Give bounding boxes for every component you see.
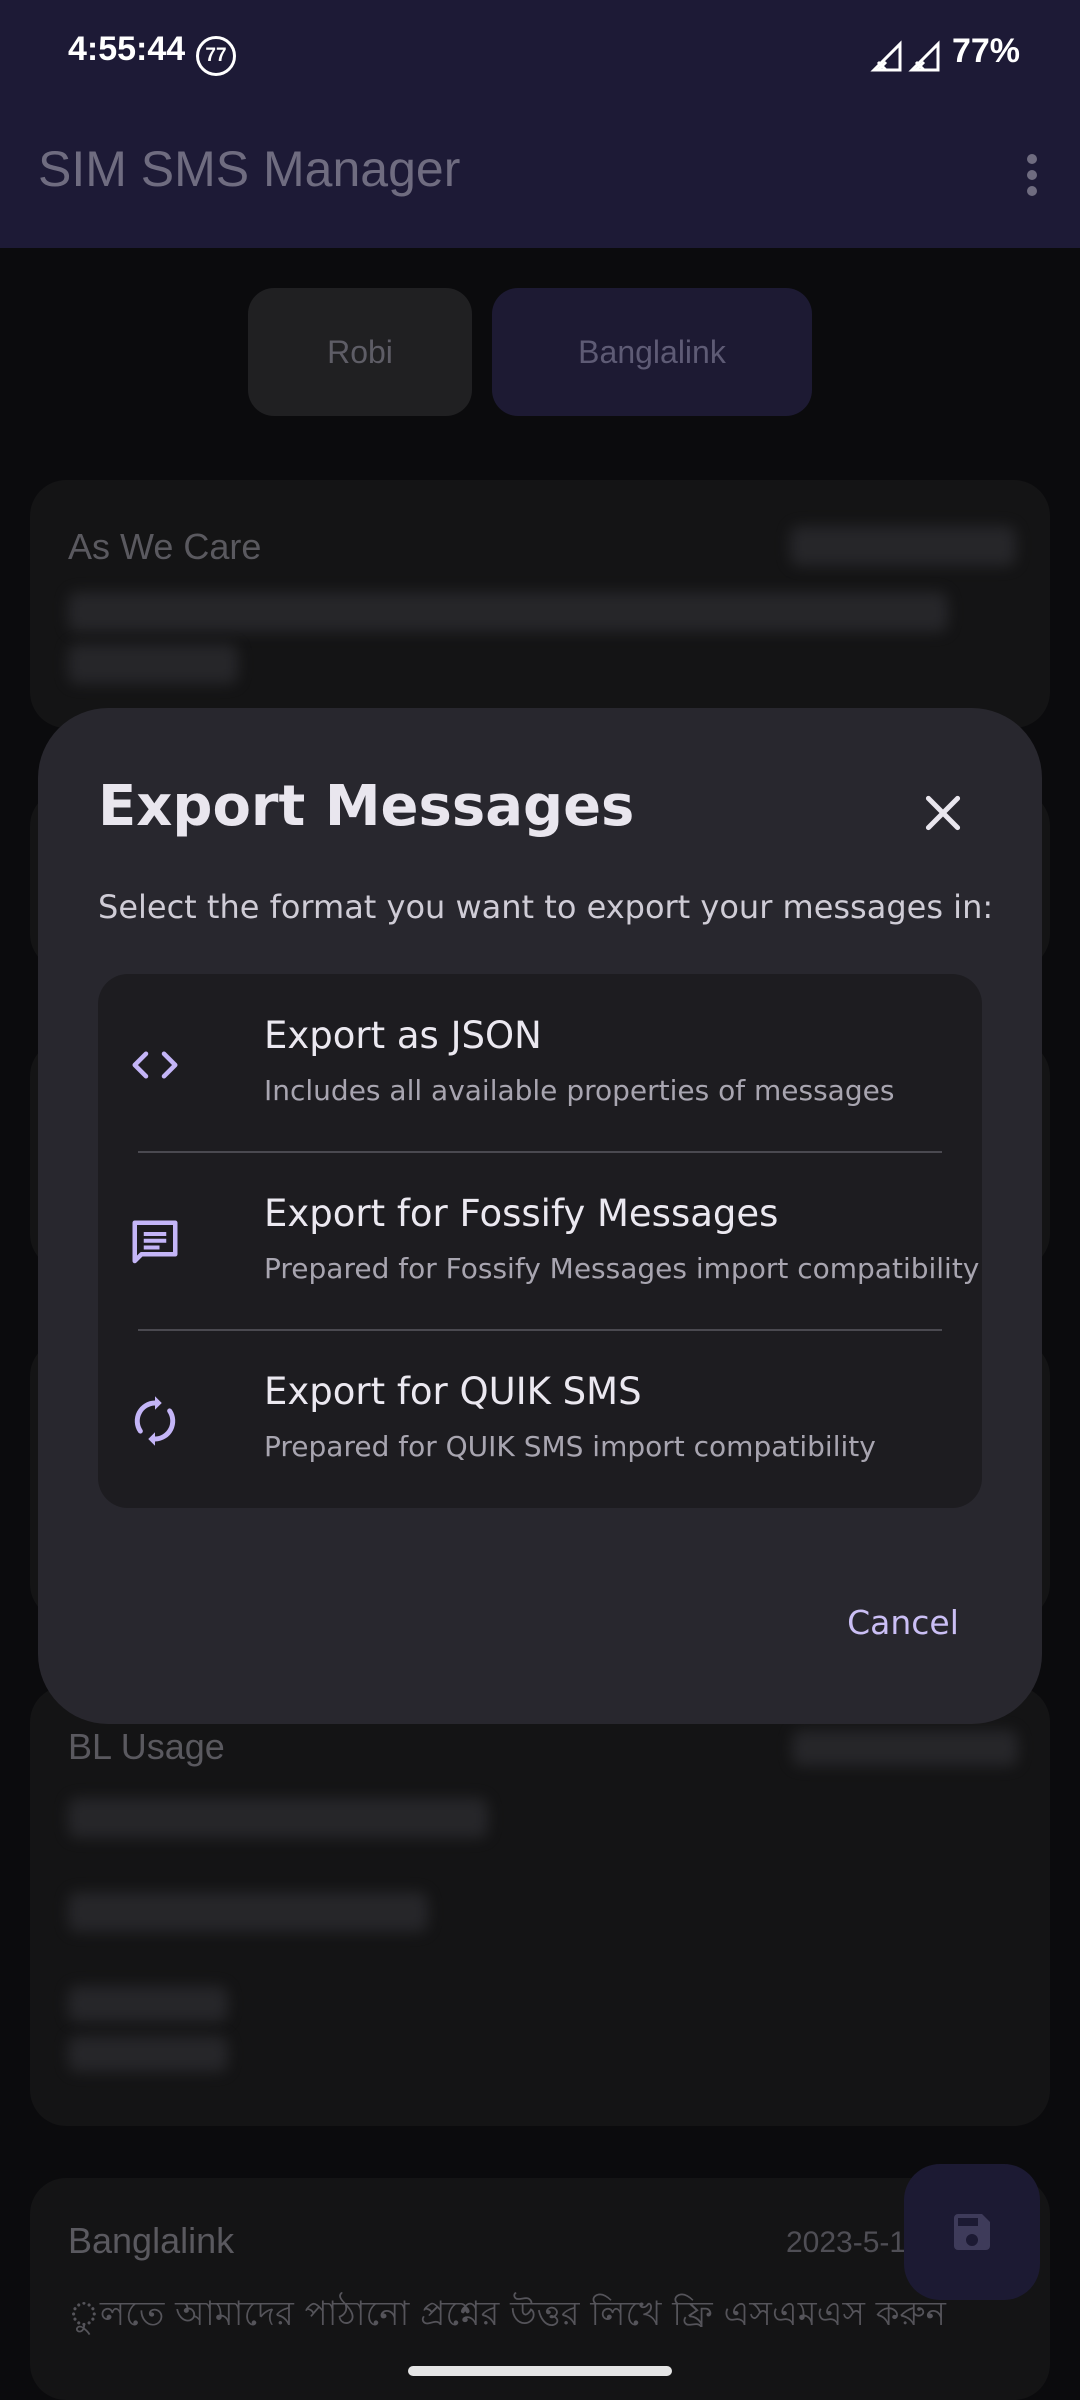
export-options-list: Export as JSON Includes all available pr… [98, 974, 982, 1508]
close-icon[interactable] [918, 788, 968, 838]
code-icon [132, 1051, 178, 1079]
export-dialog: Export Messages Select the format you wa… [38, 708, 1042, 1724]
gesture-nav-handle[interactable] [408, 2366, 672, 2376]
option-title: Export for QUIK SMS [264, 1370, 642, 1413]
sync-icon [134, 1396, 176, 1446]
option-title: Export as JSON [264, 1014, 542, 1057]
dialog-title: Export Messages [98, 774, 635, 839]
option-description: Prepared for QUIK SMS import compatibili… [264, 1430, 876, 1463]
option-title: Export for Fossify Messages [264, 1192, 779, 1235]
option-description: Includes all available properties of mes… [264, 1074, 895, 1107]
cancel-button[interactable]: Cancel [828, 1588, 978, 1658]
dialog-subtitle: Select the format you want to export you… [98, 888, 994, 926]
option-description: Prepared for Fossify Messages import com… [264, 1252, 980, 1285]
export-json-option[interactable]: Export as JSON Includes all available pr… [98, 974, 982, 1152]
export-fossify-option[interactable]: Export for Fossify Messages Prepared for… [98, 1152, 982, 1330]
message-icon [132, 1220, 178, 1264]
export-quik-option[interactable]: Export for QUIK SMS Prepared for QUIK SM… [98, 1330, 982, 1508]
